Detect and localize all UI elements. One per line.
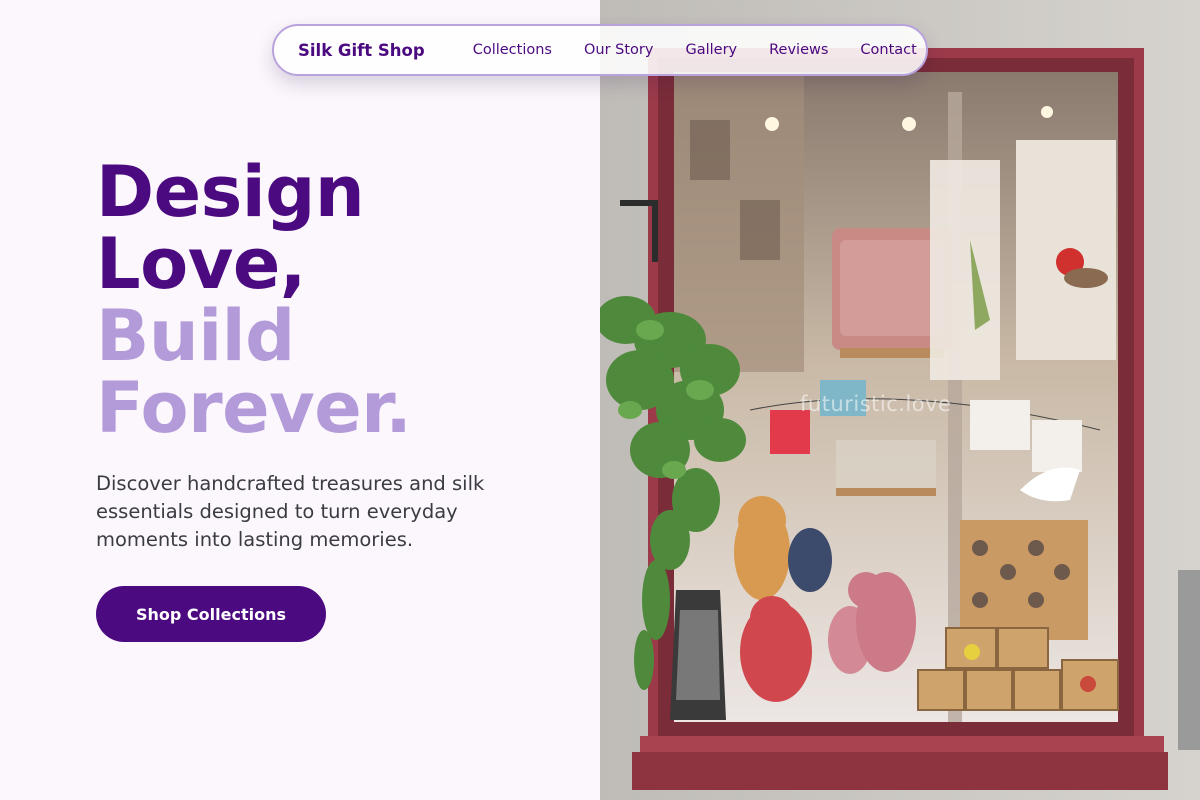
hero-title-line-2: Love,: [96, 223, 306, 305]
storefront-photo: futuristic.love: [600, 0, 1200, 800]
nav-link-reviews[interactable]: Reviews: [769, 42, 828, 58]
hero-title: Design Love, Build Forever.: [96, 151, 412, 449]
nav-link-our-story[interactable]: Our Story: [584, 42, 653, 58]
nav-link-collections[interactable]: Collections: [473, 42, 552, 58]
shop-collections-button[interactable]: Shop Collections: [96, 586, 326, 642]
hero-subtitle: Discover handcrafted treasures and silk …: [96, 472, 485, 551]
top-navbar: Silk Gift Shop Collections Our Story Gal…: [272, 24, 928, 76]
nav-link-contact[interactable]: Contact: [860, 42, 916, 58]
hero-section: Design Love, Build Forever. Discover han…: [0, 0, 600, 800]
hero-title-line-3: Build: [96, 295, 295, 377]
hero-title-line-1: Design: [96, 151, 365, 233]
nav-link-gallery[interactable]: Gallery: [685, 42, 737, 58]
brand-logo-text[interactable]: Silk Gift Shop: [298, 41, 425, 60]
image-watermark: futuristic.love: [800, 392, 952, 416]
hero-title-line-4: Forever.: [96, 367, 412, 449]
